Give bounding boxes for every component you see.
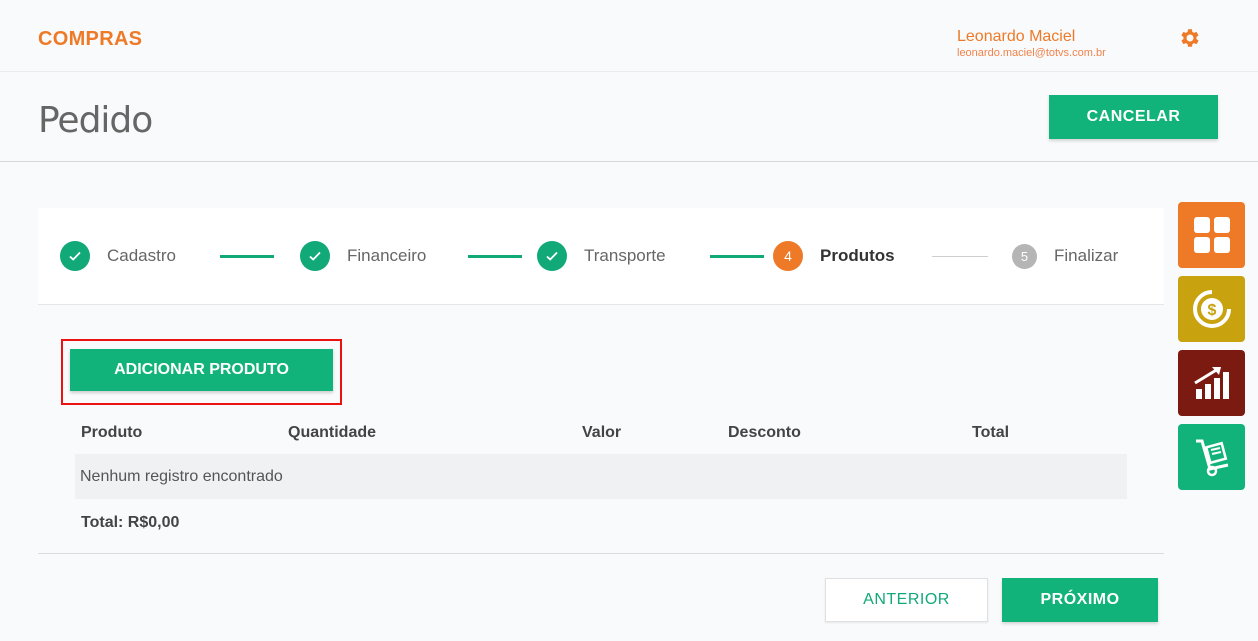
step-connector xyxy=(468,255,522,258)
step-produtos[interactable]: 4 Produtos xyxy=(773,241,895,271)
check-icon xyxy=(537,241,567,271)
order-total: Total: R$0,00 xyxy=(81,514,180,531)
step-connector xyxy=(932,256,988,257)
previous-button[interactable]: ANTERIOR xyxy=(825,578,988,622)
step-label: Transporte xyxy=(584,246,666,265)
step-number: 5 xyxy=(1012,243,1037,269)
cancel-button[interactable]: CANCELAR xyxy=(1049,95,1218,139)
svg-text:$: $ xyxy=(1207,302,1216,319)
step-connector xyxy=(220,255,274,258)
step-label: Cadastro xyxy=(107,246,176,265)
column-header-desconto: Desconto xyxy=(728,424,801,441)
add-product-button[interactable]: ADICIONAR PRODUTO xyxy=(70,349,333,391)
side-menu-financial[interactable]: $ xyxy=(1178,276,1245,342)
dashboard-grid-icon xyxy=(1193,217,1230,253)
step-transporte[interactable]: Transporte xyxy=(537,241,666,271)
page-title: Pedido xyxy=(38,100,153,141)
gear-icon[interactable] xyxy=(1178,26,1202,50)
check-icon xyxy=(300,241,330,271)
divider xyxy=(38,553,1164,554)
page-header: Pedido CANCELAR xyxy=(0,72,1258,162)
step-finalizar[interactable]: 5 Finalizar xyxy=(1012,241,1118,271)
hand-truck-icon xyxy=(1195,439,1228,477)
side-menu-logistics[interactable] xyxy=(1178,424,1245,490)
money-cycle-icon: $ xyxy=(1192,290,1231,328)
top-bar: COMPRAS Leonardo Maciel leonardo.maciel@… xyxy=(0,0,1258,72)
column-header-valor: Valor xyxy=(582,424,622,441)
check-icon xyxy=(60,241,90,271)
next-button[interactable]: PRÓXIMO xyxy=(1002,578,1158,622)
user-name: Leonardo Maciel xyxy=(957,28,1076,45)
side-menu-dashboard[interactable] xyxy=(1178,202,1245,268)
empty-table-message: Nenhum registro encontrado xyxy=(75,454,1127,499)
step-cadastro[interactable]: Cadastro xyxy=(60,241,176,271)
app-brand[interactable]: COMPRAS xyxy=(38,28,142,51)
user-info[interactable]: Leonardo Maciel leonardo.maciel@totvs.co… xyxy=(957,28,1106,60)
step-financeiro[interactable]: Financeiro xyxy=(300,241,426,271)
highlight-box: ADICIONAR PRODUTO xyxy=(61,339,342,405)
step-label: Finalizar xyxy=(1054,246,1119,265)
step-label: Financeiro xyxy=(347,246,427,265)
growth-chart-icon xyxy=(1193,367,1229,399)
step-connector xyxy=(710,255,764,258)
column-header-quantidade: Quantidade xyxy=(288,424,377,441)
user-email: leonardo.maciel@totvs.com.br xyxy=(957,47,1106,59)
step-label: Produtos xyxy=(820,246,895,265)
column-header-total: Total xyxy=(972,424,1010,441)
side-menu-reports[interactable] xyxy=(1178,350,1245,416)
column-header-produto: Produto xyxy=(81,424,143,441)
step-number: 4 xyxy=(773,241,803,271)
order-stepper: Cadastro Financeiro Transporte 4 Produto… xyxy=(38,208,1164,305)
